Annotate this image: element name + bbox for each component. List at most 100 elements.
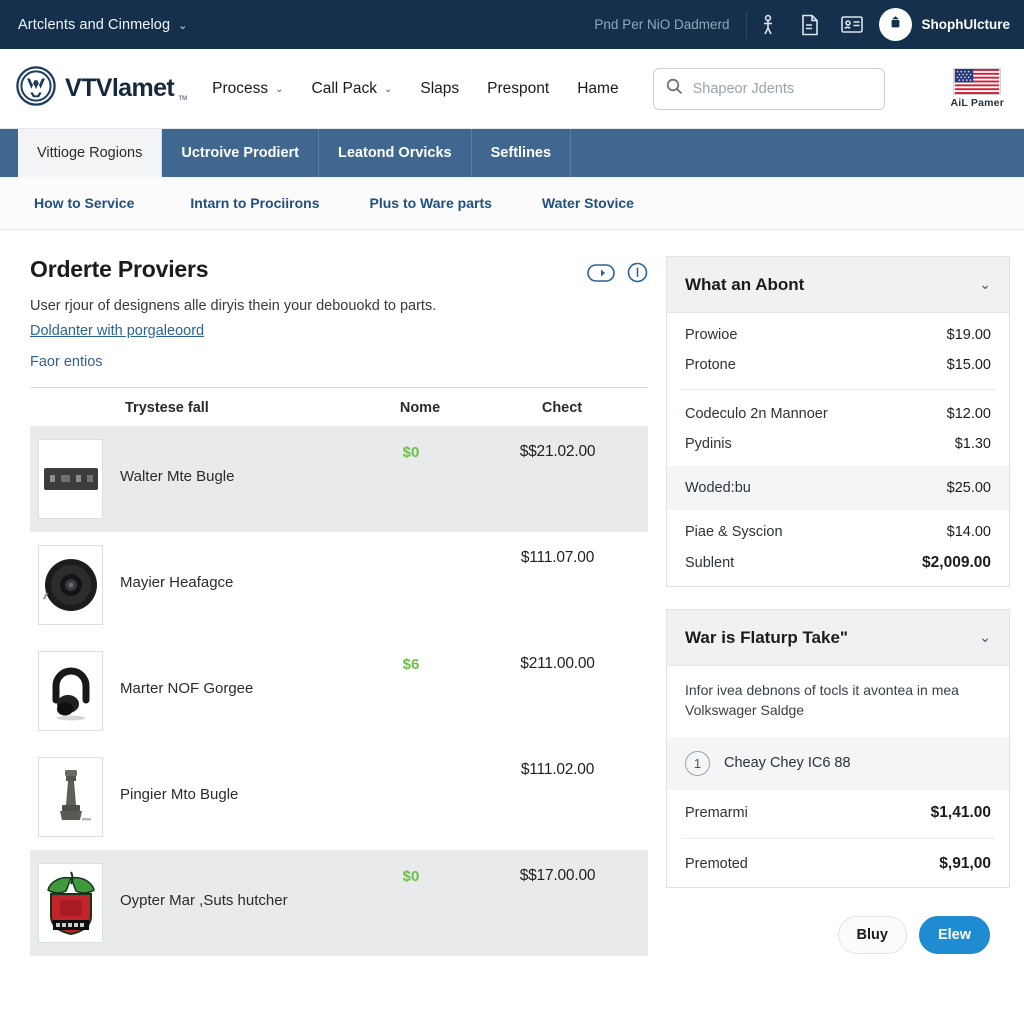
product-name: Mayier Heafagce xyxy=(120,573,234,591)
person-pin-icon[interactable] xyxy=(747,5,789,45)
tab-strip: Vittioge Rogions Uctroive Prodiert Leato… xyxy=(0,129,1024,177)
tab-leatond-orvicks[interactable]: Leatond Orvicks xyxy=(319,129,472,177)
table-row[interactable]: Marter NOF Gorgee $6 $211.00.00 xyxy=(30,638,648,744)
search-input[interactable] xyxy=(692,80,872,97)
summary-label: Protone xyxy=(685,357,736,373)
product-qty: $6 xyxy=(402,655,420,673)
table-row[interactable]: Oypter Mar ,Suts hutcher $0 $$17.00.00 xyxy=(30,849,648,956)
headphone-thumb xyxy=(38,650,103,731)
chevron-down-icon: ⌄ xyxy=(384,84,393,95)
account-menu[interactable]: Artclents and Cinmelog ⌄ xyxy=(18,17,187,33)
chevron-down-icon[interactable]: ⌄ xyxy=(979,276,991,293)
volkswagen-logo-icon xyxy=(16,66,56,111)
play-pill-icon[interactable] xyxy=(587,263,615,288)
nav-item-process[interactable]: Process ⌄ xyxy=(198,72,297,106)
product-price: $$17.00.00 xyxy=(519,866,596,884)
summary-column: What an Abont ⌄ Prowioe $19.00 Protone $… xyxy=(654,256,1010,1010)
subnav-link-plus-to-ware-parts[interactable]: Plus to Ware parts xyxy=(348,195,520,211)
nav-item-call-pack[interactable]: Call Pack ⌄ xyxy=(298,72,407,106)
table-row[interactable]: Pingier Mto Bugle $111.02.00 xyxy=(30,744,648,850)
us-flag-icon xyxy=(953,68,1002,95)
avatar[interactable] xyxy=(879,8,913,41)
panel-body: Prowioe $19.00 Protone $15.00 Codeculo 2… xyxy=(667,313,1009,586)
summary-label: Pydinis xyxy=(685,436,732,452)
summary-label: Sublent xyxy=(685,555,735,571)
column-header-qty: Nome xyxy=(399,399,441,416)
sub-navigation: How to Service Intarn to Prociirons Plus… xyxy=(0,177,1024,230)
summary-line: Piae & Syscion $14.00 xyxy=(667,510,1009,547)
summary-value: $25.00 xyxy=(946,480,991,496)
section-actions xyxy=(587,256,648,288)
tab-vittioge-rogions[interactable]: Vittioge Rogions xyxy=(18,129,163,177)
panel-note: Infor ivea debnons of tocls it avontea i… xyxy=(685,682,959,719)
section-link[interactable]: Doldanter with porgaleoord xyxy=(30,323,204,339)
divider xyxy=(681,389,995,390)
tab-seftlines[interactable]: Seftlines xyxy=(472,129,572,177)
id-card-icon[interactable] xyxy=(831,5,873,45)
panel-title: War is Flaturp Take" xyxy=(685,627,848,647)
divider xyxy=(681,837,995,839)
product-name: Oypter Mar ,Suts hutcher xyxy=(120,891,288,909)
brand-name: VTVlamet TM xyxy=(65,74,188,102)
table-row[interactable]: Mayier Heafagce $111.07.00 xyxy=(30,532,648,638)
document-icon[interactable] xyxy=(789,5,831,45)
content-area: Orderte Proviers User rjour of designens… xyxy=(0,230,1024,1010)
summary-value: $12.00 xyxy=(946,406,991,422)
subnav-link-intarn-to-prociirons[interactable]: Intarn to Prociirons xyxy=(162,195,347,211)
tab-uctroive-prodiert[interactable]: Uctroive Prodiert xyxy=(162,129,319,177)
panel-body: Infor ivea debnons of tocls it avontea i… xyxy=(667,666,1009,887)
nav-item-prespont[interactable]: Prespont xyxy=(473,72,563,106)
summary-label: Premarmi xyxy=(685,804,748,821)
summary-line: Premoted $,91,00 xyxy=(667,841,1009,887)
nav-item-hame[interactable]: Hame xyxy=(563,72,632,106)
tab-label: Seftlines xyxy=(490,145,552,161)
summary-line: Woded:bu $25.00 xyxy=(667,466,1009,510)
table-row[interactable]: Walter Mte Bugle $0 $$21.02.00 xyxy=(30,425,648,532)
table-header: Trystese fall Nome Chect xyxy=(30,386,648,426)
panel-header[interactable]: War is Flaturp Take" ⌄ xyxy=(667,610,1009,666)
apple-crest-thumb xyxy=(38,862,103,943)
nav-item-slaps[interactable]: Slaps xyxy=(406,72,473,106)
section-description: User rjour of designens alle diryis thei… xyxy=(30,298,437,314)
summary-line: Protone $15.00 xyxy=(667,350,1009,387)
chevron-down-icon: ⌄ xyxy=(178,20,188,32)
product-qty: $0 xyxy=(402,443,420,461)
panel-war-is-flaturp-take: War is Flaturp Take" ⌄ Infor ivea debnon… xyxy=(666,609,1010,888)
product-name: Walter Mte Bugle xyxy=(120,467,235,485)
tab-label: Uctroive Prodiert xyxy=(181,145,299,161)
summary-label: Piae & Syscion xyxy=(685,524,783,540)
product-name: Pingier Mto Bugle xyxy=(120,785,239,803)
panel-step[interactable]: 1 Cheay Chey IC6 88 xyxy=(667,736,1009,790)
nozzle-thumb xyxy=(38,756,103,837)
step-label: Cheay Chey IC6 88 xyxy=(724,755,851,772)
search-icon xyxy=(666,78,683,100)
panel-title: What an Abont xyxy=(685,274,805,294)
nav-label: Hame xyxy=(577,79,619,97)
speaker-thumb xyxy=(38,544,103,625)
subnav-link-how-to-service[interactable]: How to Service xyxy=(34,195,162,211)
nav-label: Slaps xyxy=(420,79,460,97)
nav-label: Call Pack xyxy=(311,79,377,97)
summary-value: $14.00 xyxy=(946,524,991,540)
info-circle-icon[interactable] xyxy=(627,262,648,288)
summary-line: Prowioe $19.00 xyxy=(667,313,1009,350)
shop-name[interactable]: ShophUlcture xyxy=(921,17,1010,32)
subnav-link-water-stovice[interactable]: Water Stovice xyxy=(520,195,662,211)
brand[interactable]: VTVlamet TM xyxy=(16,66,188,111)
summary-value: $,91,00 xyxy=(939,854,991,872)
search-box[interactable] xyxy=(652,67,885,110)
panel-header[interactable]: What an Abont ⌄ xyxy=(667,257,1009,313)
account-menu-label: Artclents and Cinmelog xyxy=(18,16,171,33)
summary-line: Codeculo 2n Mannoer $12.00 xyxy=(667,392,1009,429)
chevron-down-icon: ⌄ xyxy=(275,84,284,95)
page-title: Orderte Proviers xyxy=(30,256,209,282)
locale-selector[interactable]: AiL Pamer xyxy=(950,68,1010,109)
summary-value: $15.00 xyxy=(946,357,991,373)
buy-button[interactable]: Bluy xyxy=(837,915,907,954)
panel-what-an-abont: What an Abont ⌄ Prowioe $19.00 Protone $… xyxy=(666,256,1010,587)
summary-line: Premarmi $1,41.00 xyxy=(667,790,1009,836)
chevron-down-icon[interactable]: ⌄ xyxy=(979,629,991,646)
view-button[interactable]: Elew xyxy=(918,915,990,954)
tab-label: Vittioge Rogions xyxy=(37,145,143,161)
search-container xyxy=(652,67,885,110)
